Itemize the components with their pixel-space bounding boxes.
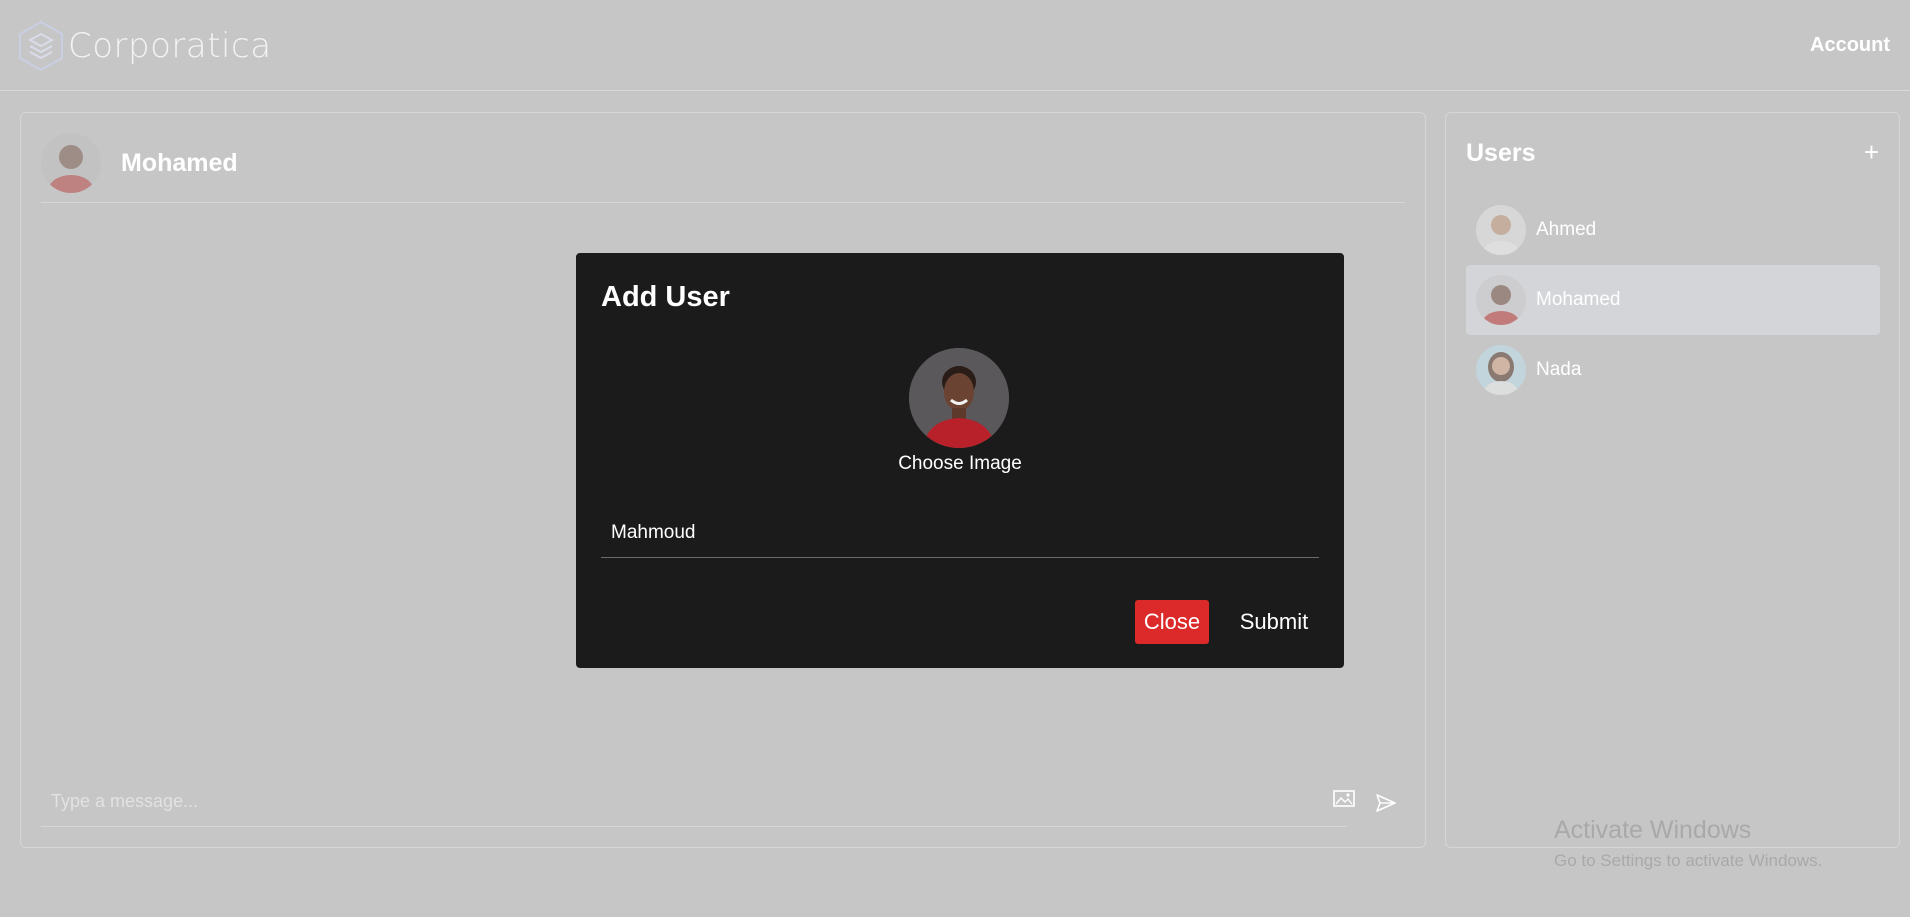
users-panel: Users + Ahmed Mohamed Nada (1445, 112, 1900, 848)
activation-watermark: Activate Windows Go to Settings to activ… (1554, 816, 1822, 871)
profile-image-picker[interactable] (909, 348, 1009, 448)
close-button[interactable]: Close (1135, 600, 1209, 644)
add-user-modal: Add User Choose Image Close Submit (576, 253, 1344, 668)
user-name: Nada (1536, 359, 1582, 380)
user-name: Ahmed (1536, 219, 1597, 240)
user-item-ahmed[interactable]: Ahmed (1466, 195, 1880, 265)
user-name: Mohamed (1536, 289, 1621, 310)
user-item-nada[interactable]: Nada (1466, 335, 1880, 405)
chat-title: Mohamed (121, 149, 238, 177)
avatar (1476, 345, 1526, 395)
avatar (1476, 205, 1526, 255)
brand-logo[interactable]: Corporatica (18, 18, 272, 74)
watermark-title: Activate Windows (1554, 816, 1752, 844)
user-name-field[interactable] (601, 508, 1319, 558)
image-icon[interactable] (1333, 789, 1355, 809)
user-item-mohamed[interactable]: Mohamed (1466, 265, 1880, 335)
modal-title: Add User (601, 281, 730, 313)
message-input[interactable] (41, 777, 1347, 827)
cube-logo-icon (19, 20, 63, 72)
users-title: Users (1466, 139, 1536, 167)
user-list: Ahmed Mohamed Nada (1466, 195, 1880, 405)
submit-button[interactable]: Submit (1228, 600, 1320, 644)
avatar (1476, 275, 1526, 325)
avatar (41, 133, 101, 193)
brand-name: Corporatica (68, 26, 272, 66)
watermark-subtitle: Go to Settings to activate Windows. (1554, 851, 1823, 870)
send-icon[interactable] (1375, 793, 1397, 813)
top-header: Corporatica Account (0, 0, 1910, 91)
choose-image-label[interactable]: Choose Image (576, 453, 1344, 475)
add-user-button[interactable]: + (1864, 139, 1879, 165)
account-link[interactable]: Account (1810, 34, 1890, 57)
chat-header: Mohamed (41, 133, 1405, 203)
